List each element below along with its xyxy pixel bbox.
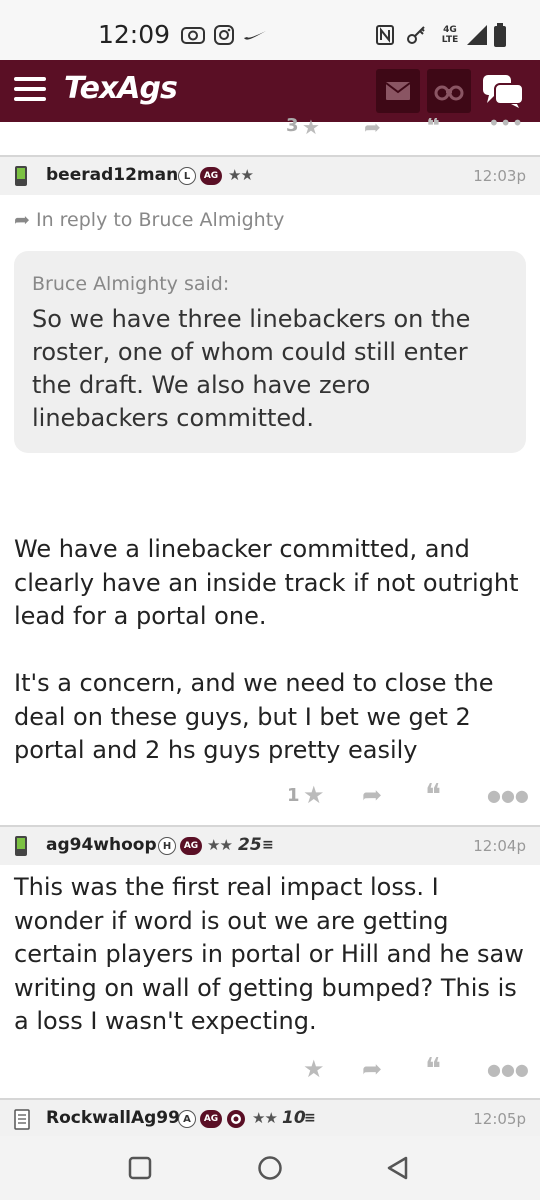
previous-post-actions: 3 ★ ➦ ❝ ••• (0, 118, 540, 138)
texags-logo[interactable]: TexAgs (64, 71, 178, 106)
battery-icon (492, 22, 508, 48)
reply-icon[interactable]: ➦ (362, 780, 382, 810)
square-icon (128, 1156, 152, 1180)
star-icon[interactable]: ★ (302, 118, 320, 138)
username[interactable]: ag94whoop (46, 835, 157, 855)
status-bar: 12:09 4G LTE (0, 0, 540, 60)
binoculars-icon (434, 85, 464, 101)
member-stars: ★★ (252, 1109, 278, 1127)
watchlist-button[interactable] (427, 69, 471, 113)
member-years: 25 (238, 835, 262, 855)
camera-notification-icon (180, 22, 206, 48)
quote-block: Bruce Almighty said: So we have three li… (14, 251, 526, 453)
quote-text: So we have three linebackers on the rost… (32, 305, 471, 432)
status-time: 12:09 (98, 20, 171, 49)
badge-letter: A (178, 1110, 196, 1128)
username[interactable]: RockwallAg99 (46, 1108, 180, 1128)
reply-icon[interactable]: ➦ (364, 118, 381, 138)
username[interactable]: beerad12man (46, 165, 178, 185)
envelope-icon (385, 82, 411, 100)
home-button[interactable] (252, 1150, 288, 1186)
post-timestamp: 12:03p (473, 167, 526, 185)
mobile-phone-icon (15, 166, 27, 186)
system-nav-bar (0, 1136, 540, 1200)
lines-icon: ≡ (262, 837, 274, 853)
badge-ag: AG (200, 1110, 222, 1128)
network-type-label: 4G LTE (441, 25, 459, 45)
post-body: This was the first real impact loss. I w… (14, 873, 524, 1035)
circle-icon (258, 1156, 282, 1180)
instagram-icon (212, 22, 236, 48)
signal-icon (464, 22, 490, 48)
reply-to-link[interactable]: ➦ In reply to Bruce Almighty (14, 209, 284, 231)
key-icon (404, 22, 428, 48)
mascot-icon (227, 1110, 245, 1128)
post-header: beerad12man L AG ★★ 12:03p (0, 155, 540, 195)
nike-icon (242, 22, 268, 48)
post-actions: ★ ➦ ❝ ●●● (0, 1052, 540, 1087)
chat-button[interactable] (478, 69, 528, 113)
like-count: 3 (286, 118, 299, 136)
lines-icon: ≡ (304, 1110, 316, 1126)
like-count: 1 (287, 784, 300, 806)
reply-icon[interactable]: ➦ (362, 1054, 382, 1084)
recent-apps-button[interactable] (122, 1150, 158, 1186)
badge-letter: L (178, 167, 196, 185)
more-icon[interactable]: ●●● (487, 780, 529, 810)
quote-icon[interactable]: ❝ (425, 1052, 441, 1087)
member-stars: ★★ (228, 166, 254, 184)
messages-button[interactable] (376, 69, 420, 113)
nfc-icon (374, 22, 396, 48)
quote-icon[interactable]: ❝ (426, 118, 440, 138)
badge-ag: AG (200, 167, 222, 185)
reply-to-label: In reply to Bruce Almighty (35, 209, 285, 231)
quote-header: Bruce Almighty said: (32, 273, 230, 295)
star-icon[interactable]: ★ (303, 780, 325, 810)
member-stars: ★★ (207, 836, 233, 854)
star-icon[interactable]: ★ (303, 1054, 325, 1084)
app-header: TexAgs (0, 60, 540, 122)
reply-arrow-icon: ➦ (14, 209, 30, 231)
post-actions: 1 ★ ➦ ❝ ●●● (0, 778, 540, 813)
mobile-phone-icon (15, 836, 27, 856)
post-header: RockwallAg99 A AG ★★ 10 ≡ 12:05p (0, 1098, 540, 1138)
chat-bubbles-icon (483, 75, 524, 108)
post-timestamp: 12:04p (473, 837, 526, 855)
member-years: 10 (282, 1108, 306, 1128)
badge-ag: AG (180, 837, 202, 855)
post-header: ag94whoop H AG ★★ 25 ≡ 12:04p (0, 825, 540, 865)
badge-letter: H (158, 837, 176, 855)
post-body: We have a linebacker committed, and clea… (14, 535, 519, 764)
post-timestamp: 12:05p (473, 1110, 526, 1128)
more-icon[interactable]: ••• (488, 118, 523, 138)
menu-icon[interactable] (14, 77, 46, 103)
quote-icon[interactable]: ❝ (425, 778, 441, 813)
notepad-icon (14, 1109, 30, 1130)
triangle-back-icon (387, 1156, 408, 1180)
back-button[interactable] (380, 1150, 416, 1186)
more-icon[interactable]: ●●● (487, 1054, 529, 1084)
